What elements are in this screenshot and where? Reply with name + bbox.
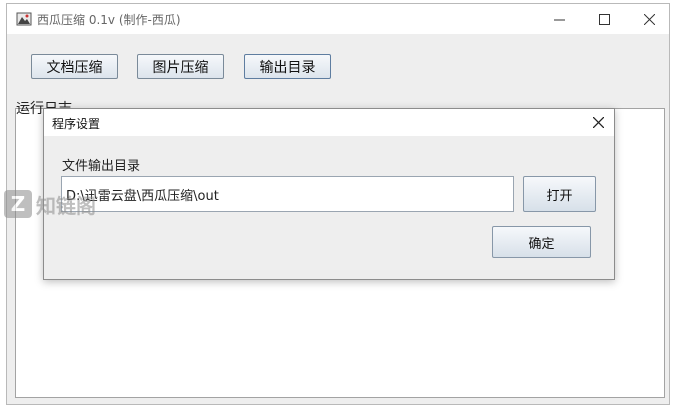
close-button[interactable] xyxy=(627,4,671,34)
watermark-logo: Z xyxy=(4,190,32,218)
close-icon xyxy=(643,13,655,25)
output-path-input[interactable] xyxy=(61,176,514,212)
doc-compress-button[interactable]: 文档压缩 xyxy=(31,54,118,79)
minimize-icon xyxy=(553,19,565,20)
app-icon xyxy=(16,11,32,27)
image-compress-button[interactable]: 图片压缩 xyxy=(137,54,224,79)
close-icon xyxy=(592,116,604,128)
watermark: Z 知链阁 xyxy=(2,186,112,228)
title-bar[interactable]: 西瓜压缩 0.1v (制作-西瓜) xyxy=(7,4,669,34)
dialog-title: 程序设置 xyxy=(52,117,101,131)
watermark-text: 知链阁 xyxy=(36,194,96,218)
minimize-button[interactable] xyxy=(537,4,581,34)
window-title: 西瓜压缩 0.1v (制作-西瓜) xyxy=(37,13,181,27)
confirm-button[interactable]: 确定 xyxy=(492,226,591,258)
open-button[interactable]: 打开 xyxy=(523,176,596,212)
settings-dialog: 程序设置 文件输出目录 打开 确定 xyxy=(43,108,615,280)
dialog-close-button[interactable] xyxy=(588,112,608,132)
output-directory-button[interactable]: 输出目录 xyxy=(244,54,331,79)
dialog-title-bar[interactable]: 程序设置 xyxy=(44,109,614,136)
output-dir-label: 文件输出目录 xyxy=(62,159,141,174)
maximize-button[interactable] xyxy=(582,4,626,34)
maximize-icon xyxy=(598,13,610,25)
